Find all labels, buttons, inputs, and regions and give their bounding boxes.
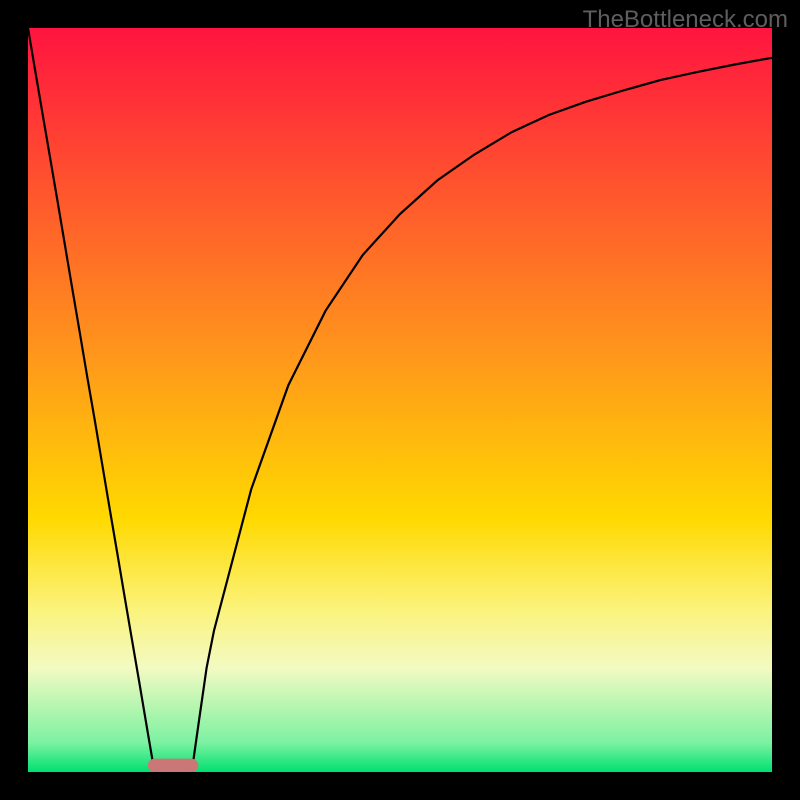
chart-frame: TheBottleneck.com	[0, 0, 800, 800]
watermark-text: TheBottleneck.com	[583, 6, 788, 34]
optimal-marker	[148, 759, 199, 772]
bottleneck-chart-svg	[0, 0, 800, 800]
plot-area	[28, 28, 772, 772]
